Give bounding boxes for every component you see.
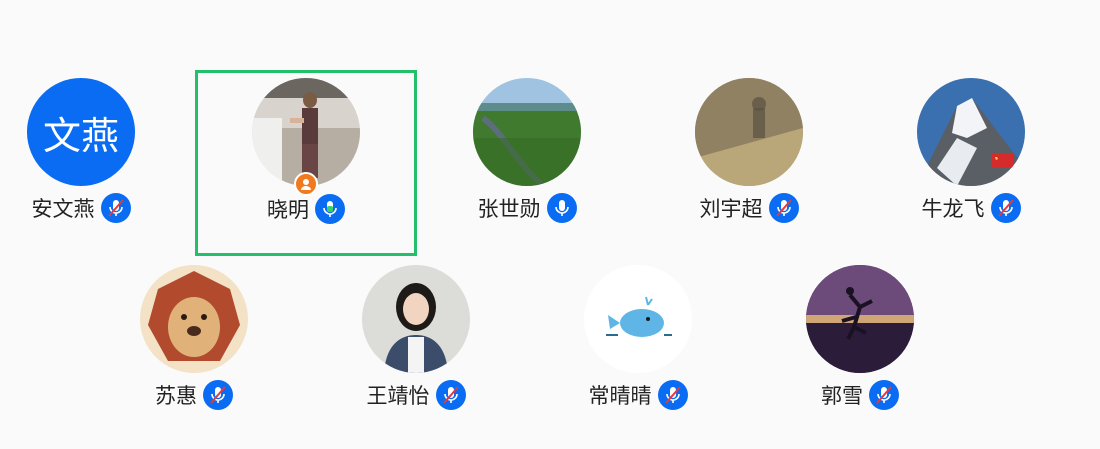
mic-speaking-icon[interactable]: [315, 194, 345, 224]
participant-tile-niu-longfei[interactable]: 牛龙飞: [861, 70, 1081, 250]
participant-tile-wang-jingyi[interactable]: 王靖怡: [306, 257, 526, 437]
participant-tile-zhang-shixun[interactable]: 张世勋: [417, 70, 637, 250]
mic-muted-icon[interactable]: [203, 380, 233, 410]
participant-name: 张世勋: [477, 197, 541, 221]
mic-muted-icon[interactable]: [100, 193, 131, 223]
avatar: [140, 265, 248, 373]
mic-on-icon[interactable]: [546, 193, 577, 223]
avatar: [252, 78, 360, 186]
avatar: [584, 265, 692, 373]
avatar: [473, 78, 581, 186]
participant-name: 晓明: [267, 198, 309, 222]
participant-name: 牛龙飞: [921, 197, 985, 221]
mic-muted-icon[interactable]: [990, 193, 1021, 223]
participant-tile-xiaoming[interactable]: 晓明: [195, 70, 417, 256]
participant-tile-liu-yuchao[interactable]: 刘宇超: [639, 70, 859, 250]
avatar: [806, 265, 914, 373]
avatar: [362, 265, 470, 373]
participant-tile-chang-qingqing[interactable]: 常晴晴: [528, 257, 748, 437]
host-badge-icon: [294, 172, 318, 196]
participant-name: 安文燕: [31, 197, 95, 221]
participant-tile-guo-xue[interactable]: 郭雪: [750, 257, 970, 437]
avatar: [695, 78, 803, 186]
participant-name: 刘宇超: [699, 197, 763, 221]
participant-tile-an-wenyan[interactable]: 文燕 安文燕: [0, 70, 191, 250]
participant-name: 王靖怡: [366, 384, 430, 408]
participant-name: 苏惠: [155, 384, 197, 408]
participant-name: 郭雪: [821, 384, 863, 408]
avatar: [917, 78, 1025, 186]
mic-muted-icon[interactable]: [657, 380, 688, 410]
participant-name: 常晴晴: [588, 384, 652, 408]
mic-muted-icon[interactable]: [435, 380, 466, 410]
mic-muted-icon[interactable]: [768, 193, 799, 223]
avatar: 文燕: [27, 78, 135, 186]
participant-tile-su-hui[interactable]: 苏惠: [84, 257, 304, 437]
avatar-initials: 文燕: [42, 113, 119, 158]
mic-muted-icon[interactable]: [869, 380, 899, 410]
